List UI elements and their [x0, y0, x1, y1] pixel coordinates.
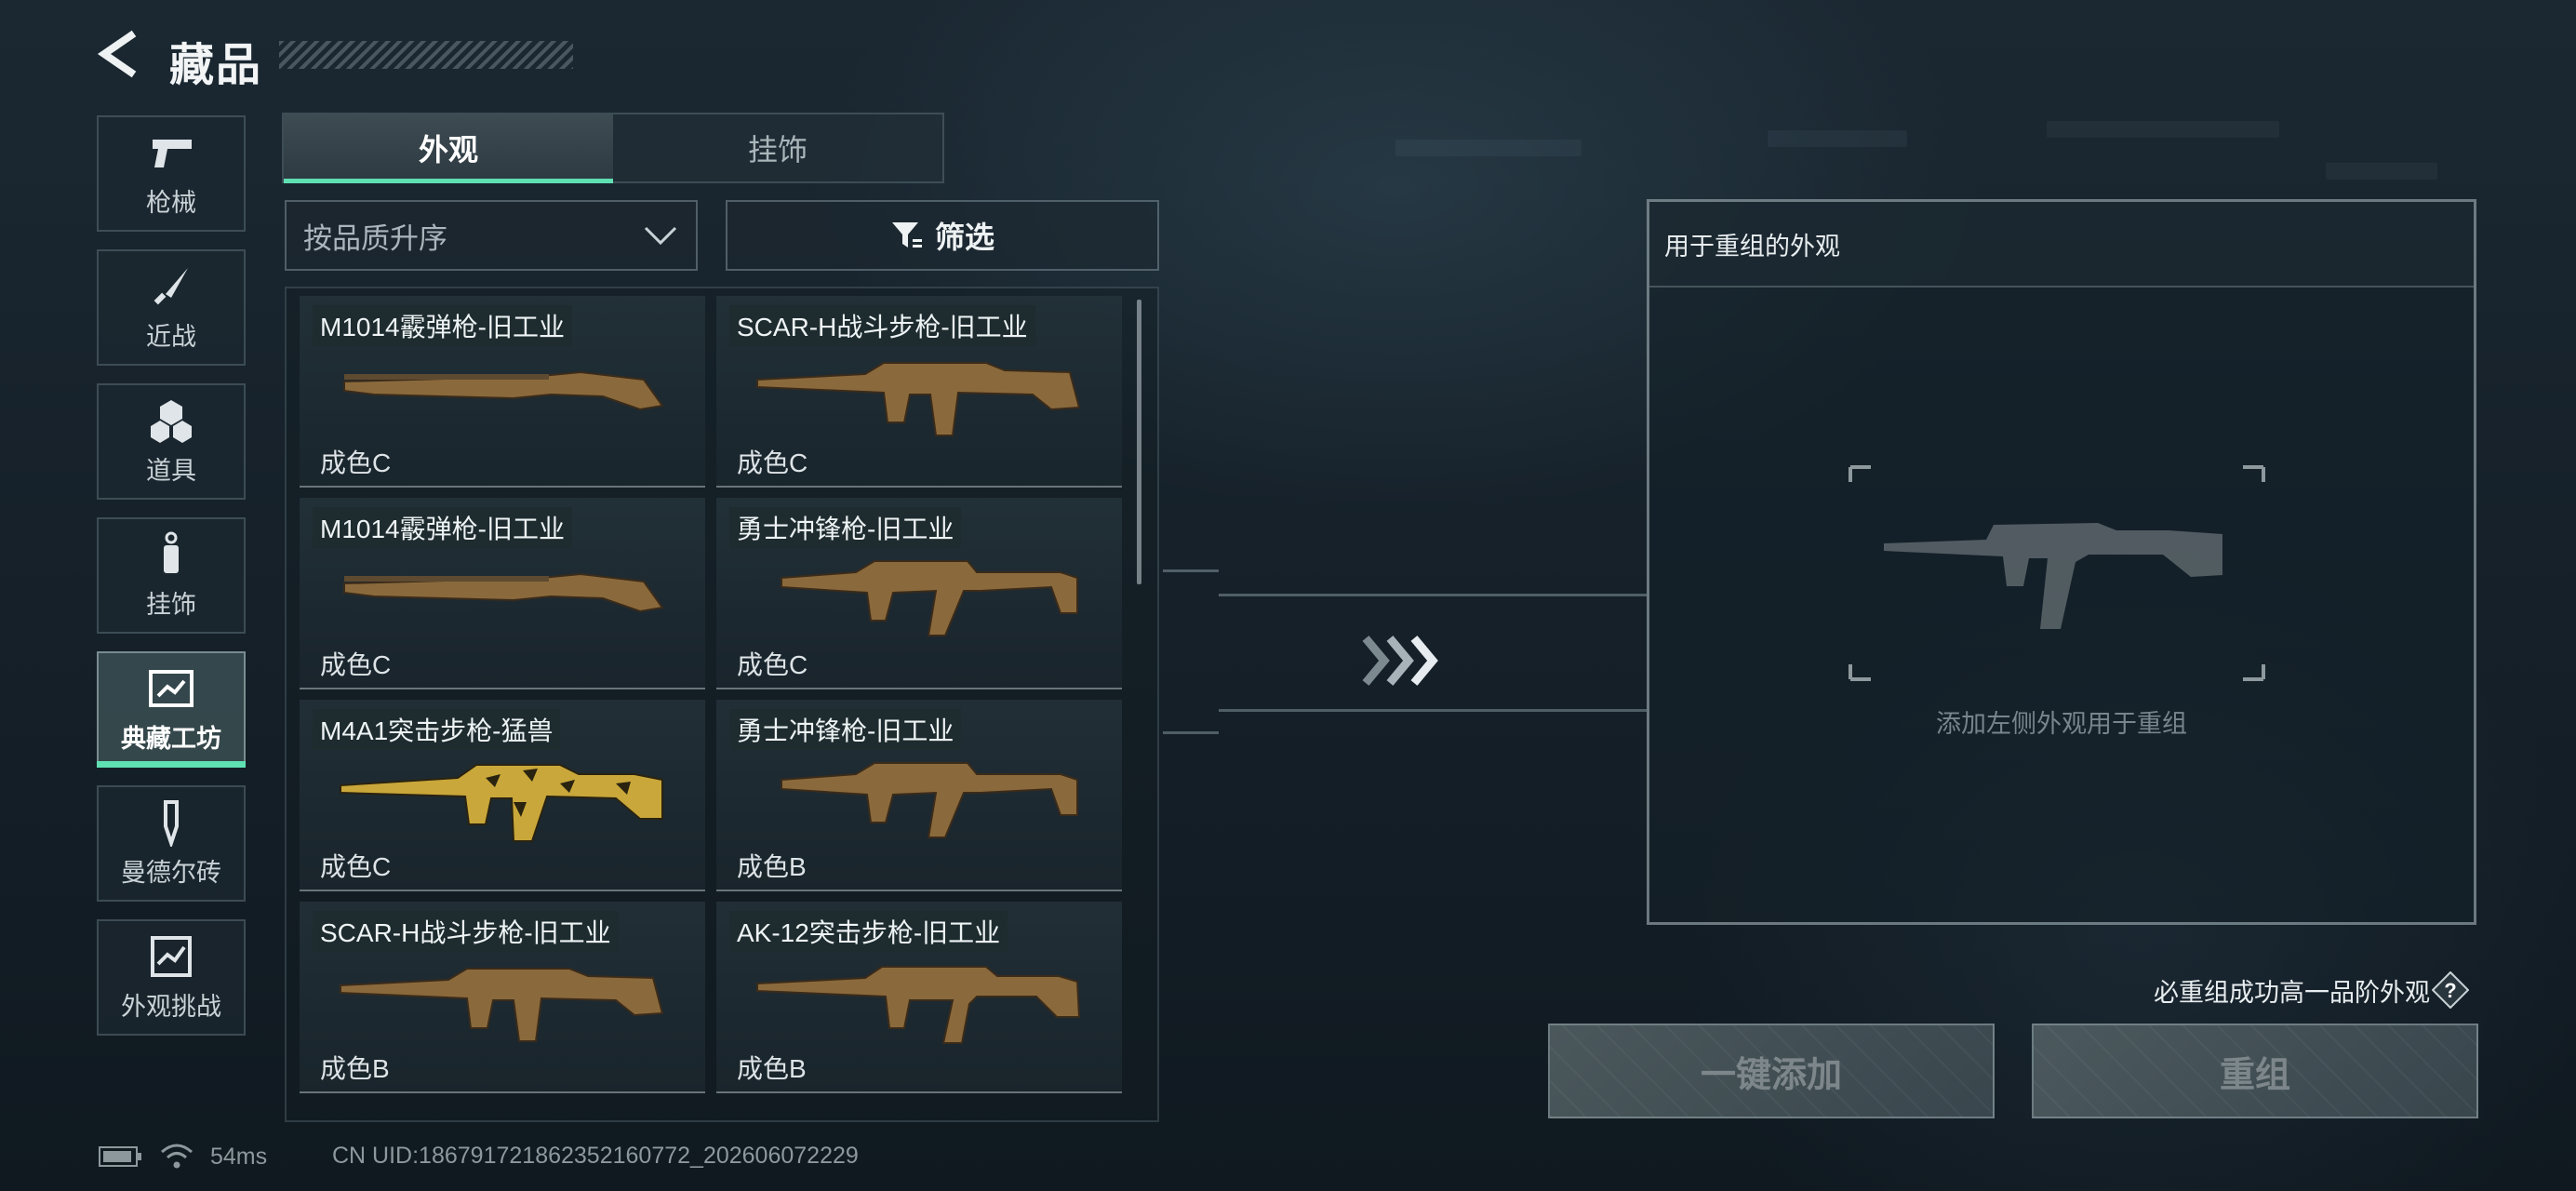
skin-card[interactable]: AK-12突击步枪-旧工业 成色B — [716, 902, 1122, 1093]
page-title: 藏品 — [169, 41, 263, 90]
pistol-icon — [147, 128, 195, 177]
recombine-button[interactable]: 重组 — [2032, 1024, 2478, 1118]
sort-dropdown[interactable]: 按品质升序 — [285, 200, 698, 271]
nav-label: 近战 — [146, 323, 196, 351]
skin-card[interactable]: 勇士冲锋枪-旧工业 成色C — [716, 498, 1122, 689]
grenades-icon — [147, 396, 195, 445]
charm-tag-icon — [147, 530, 195, 579]
tab-bar: 外观 挂饰 — [282, 113, 944, 183]
skin-grade: 成色C — [737, 650, 808, 679]
tab-charms[interactable]: 挂饰 — [613, 114, 942, 181]
nav-item-mandel-brick[interactable]: 曼德尔砖 — [97, 785, 246, 902]
rifle-icon — [340, 764, 663, 842]
nav-item-skin-challenge[interactable]: 外观挑战 — [97, 919, 246, 1036]
filter-icon — [891, 222, 922, 248]
nav-label: 枪械 — [146, 189, 196, 217]
add-all-label: 一键添加 — [1700, 1055, 1842, 1095]
shotgun-icon — [343, 370, 664, 411]
filter-label: 筛选 — [934, 221, 994, 254]
nav-label: 道具 — [146, 457, 196, 485]
smg-icon — [781, 762, 1078, 838]
skin-grade: 成色B — [737, 852, 807, 881]
nav-item-workshop[interactable]: 典藏工坊 — [97, 651, 246, 768]
skin-card[interactable]: SCAR-H战斗步枪-旧工业 成色B — [300, 902, 705, 1093]
panel-header: 用于重组的外观 — [1649, 202, 2474, 288]
question-icon: ? — [2431, 970, 2470, 1010]
nav-label: 挂饰 — [146, 591, 196, 619]
nav-item-guns[interactable]: 枪械 — [97, 115, 246, 232]
nav-item-melee[interactable]: 近战 — [97, 249, 246, 366]
sort-label: 按品质升序 — [303, 221, 447, 255]
skin-grade: 成色C — [320, 650, 392, 679]
skin-grade: 成色C — [737, 448, 808, 477]
workshop-image-icon — [147, 664, 195, 713]
help-button[interactable]: ? — [2431, 970, 2470, 1010]
recombine-hint: 必重组成功高一品阶外观 — [2154, 979, 2430, 1007]
nav-item-items[interactable]: 道具 — [97, 383, 246, 500]
skin-grade: 成色B — [737, 1054, 807, 1083]
recombine-label: 重组 — [2219, 1055, 2290, 1095]
skin-grade: 成色B — [320, 1054, 390, 1083]
add-all-button[interactable]: 一键添加 — [1548, 1024, 1995, 1118]
nav-label: 曼德尔砖 — [121, 859, 221, 887]
panel-title: 用于重组的外观 — [1664, 233, 1840, 261]
chevron-down-icon — [644, 226, 677, 246]
nav-item-charms[interactable]: 挂饰 — [97, 517, 246, 634]
connector-line — [1219, 594, 1647, 596]
skin-grade: 成色C — [320, 448, 392, 477]
nav-label: 外观挑战 — [121, 993, 221, 1021]
triple-chevron-right-icon — [1362, 636, 1438, 686]
mandel-brick-icon — [147, 798, 195, 847]
smg-icon — [781, 560, 1078, 636]
connector-line — [1219, 709, 1647, 712]
user-uid: CN UID:186791721862352160772_20260607222… — [332, 1143, 859, 1169]
empty-slot-rifle-icon — [1849, 465, 2265, 681]
help-question-mark: ? — [2444, 979, 2456, 1002]
grid-scrollbar[interactable] — [1137, 300, 1141, 584]
nav-label: 典藏工坊 — [121, 725, 221, 753]
title-decoration — [279, 41, 573, 69]
battery-icon — [99, 1146, 141, 1167]
challenge-map-icon — [147, 932, 195, 981]
skin-card[interactable]: SCAR-H战斗步枪-旧工业 成色C — [716, 296, 1122, 488]
empty-slot-hint: 添加左侧外观用于重组 — [1936, 710, 2187, 738]
tab-appearance[interactable]: 外观 — [284, 114, 613, 183]
back-arrow-icon[interactable] — [93, 28, 145, 80]
filter-button[interactable]: 筛选 — [726, 200, 1159, 271]
skin-card[interactable]: 勇士冲锋枪-旧工业 成色B — [716, 700, 1122, 891]
connector-line — [1163, 569, 1219, 572]
rifle-icon — [756, 966, 1081, 1044]
connector-line — [1163, 731, 1219, 734]
skin-grade: 成色C — [320, 852, 392, 881]
ping-value: 54ms — [210, 1143, 268, 1170]
rifle-icon — [756, 362, 1081, 436]
skin-card[interactable]: M4A1突击步枪-猛兽 成色C — [300, 700, 705, 891]
skin-card[interactable]: M1014霰弹枪-旧工业 成色C — [300, 498, 705, 689]
skin-card[interactable]: M1014霰弹枪-旧工业 成色C — [300, 296, 705, 488]
wifi-icon — [161, 1144, 193, 1169]
rifle-icon — [340, 968, 664, 1042]
shotgun-icon — [343, 572, 664, 613]
knife-icon — [147, 262, 195, 311]
status-bar: 54ms — [99, 1143, 267, 1171]
